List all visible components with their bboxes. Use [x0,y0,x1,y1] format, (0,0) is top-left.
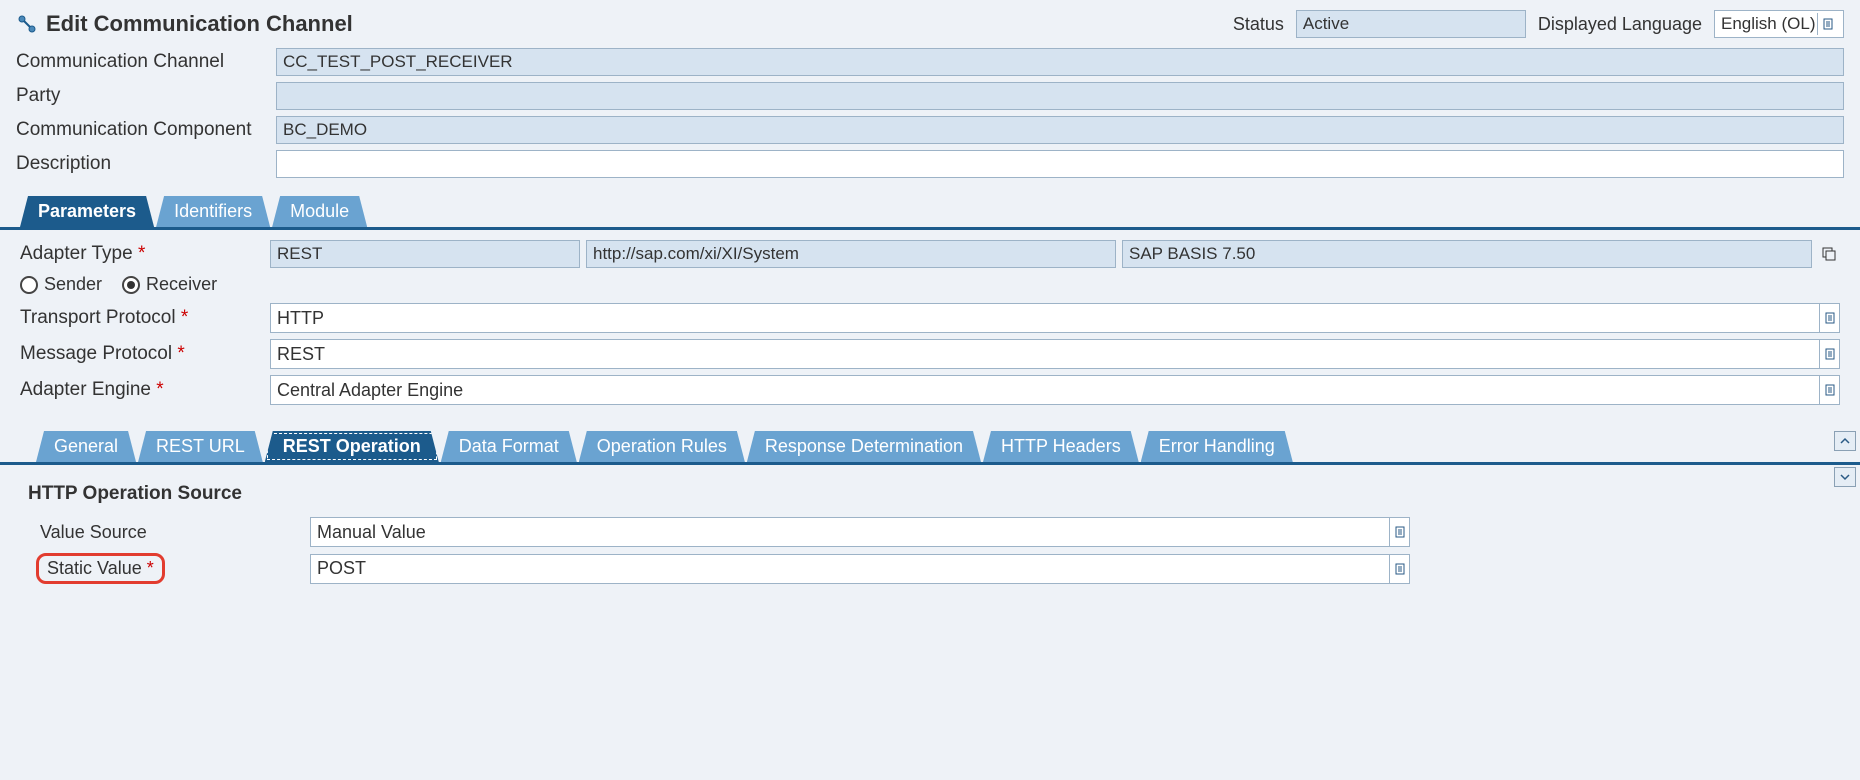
page-title: Edit Communication Channel [16,11,1233,37]
displayed-language-select[interactable]: English (OL) [1714,10,1844,38]
value-source-label: Value Source [40,522,310,543]
comm-channel-label: Communication Channel [16,51,276,73]
comm-channel-field: CC_TEST_POST_RECEIVER [276,48,1844,76]
sub-tabs: General REST URL REST Operation Data For… [0,431,1860,465]
static-value-label: Static Value [47,558,142,578]
subtab-operation-rules[interactable]: Operation Rules [579,431,745,462]
static-value-select[interactable]: POST [310,554,1410,584]
main-tabs: Parameters Identifiers Module [0,196,1860,230]
direction-sender-radio[interactable]: Sender [20,274,102,295]
panel-scroll-down[interactable] [1834,467,1856,487]
value-source-select[interactable]: Manual Value [310,517,1410,547]
tab-parameters[interactable]: Parameters [20,196,154,227]
dropdown-icon [1389,518,1409,546]
subtab-rest-url[interactable]: REST URL [138,431,263,462]
dropdown-icon [1819,376,1839,404]
status-label: Status [1233,14,1284,35]
party-label: Party [16,85,276,107]
tabs-scroll-up[interactable] [1834,431,1856,451]
status-field: Active [1296,10,1526,38]
dropdown-icon [1819,340,1839,368]
subtab-response-determination[interactable]: Response Determination [747,431,981,462]
tab-module[interactable]: Module [272,196,367,227]
transport-protocol-select[interactable]: HTTP [270,303,1840,333]
copy-icon[interactable] [1818,243,1840,265]
description-label: Description [16,153,276,175]
dropdown-icon [1389,555,1409,583]
subtab-data-format[interactable]: Data Format [441,431,577,462]
dropdown-icon [1819,304,1839,332]
channel-icon [16,13,38,35]
subtab-general[interactable]: General [36,431,136,462]
displayed-language-label: Displayed Language [1538,14,1702,35]
adapter-type-label: Adapter Type * [20,243,270,265]
adapter-engine-select[interactable]: Central Adapter Engine [270,375,1840,405]
direction-receiver-radio[interactable]: Receiver [122,274,217,295]
message-protocol-select[interactable]: REST [270,339,1840,369]
party-field [276,82,1844,110]
subtab-error-handling[interactable]: Error Handling [1141,431,1293,462]
adapter-type-field[interactable]: REST [270,240,580,268]
transport-protocol-label: Transport Protocol * [20,307,270,329]
dropdown-icon [1817,13,1837,35]
adapter-namespace-field: http://sap.com/xi/XI/System [586,240,1116,268]
message-protocol-label: Message Protocol * [20,343,270,365]
subtab-rest-operation[interactable]: REST Operation [265,431,439,462]
comm-component-field: BC_DEMO [276,116,1844,144]
subtab-http-headers[interactable]: HTTP Headers [983,431,1139,462]
comm-component-label: Communication Component [16,119,276,141]
http-operation-source-title: HTTP Operation Source [28,483,1806,505]
adapter-swcv-field: SAP BASIS 7.50 [1122,240,1812,268]
tab-identifiers[interactable]: Identifiers [156,196,270,227]
adapter-engine-label: Adapter Engine * [20,379,270,401]
description-field[interactable] [276,150,1844,178]
static-value-label-highlight: Static Value * [36,553,165,584]
